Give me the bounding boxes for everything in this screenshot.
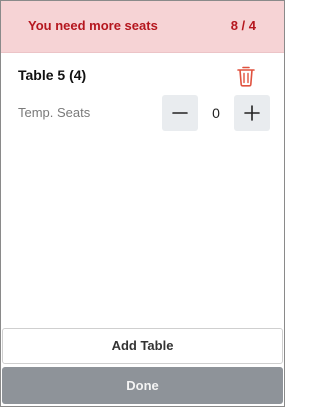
add-table-button[interactable]: Add Table (2, 328, 283, 364)
temp-seats-value: 0 (212, 105, 220, 121)
table-title: Table 5 (4) (18, 67, 87, 83)
done-button[interactable]: Done (2, 367, 283, 404)
temp-seats-label: Temp. Seats (18, 105, 91, 120)
minus-icon (172, 112, 188, 114)
decrease-temp-seats-button[interactable] (162, 95, 198, 131)
seat-warning-banner: You need more seats 8 / 4 (1, 1, 284, 53)
plus-icon (244, 105, 260, 121)
increase-temp-seats-button[interactable] (234, 95, 270, 131)
trash-icon (237, 66, 255, 87)
seat-warning-message: You need more seats (28, 18, 158, 33)
seat-count-ratio: 8 / 4 (230, 18, 256, 33)
seating-panel: You need more seats 8 / 4 Table 5 (4) Te… (0, 0, 285, 407)
delete-table-button[interactable] (236, 65, 256, 87)
